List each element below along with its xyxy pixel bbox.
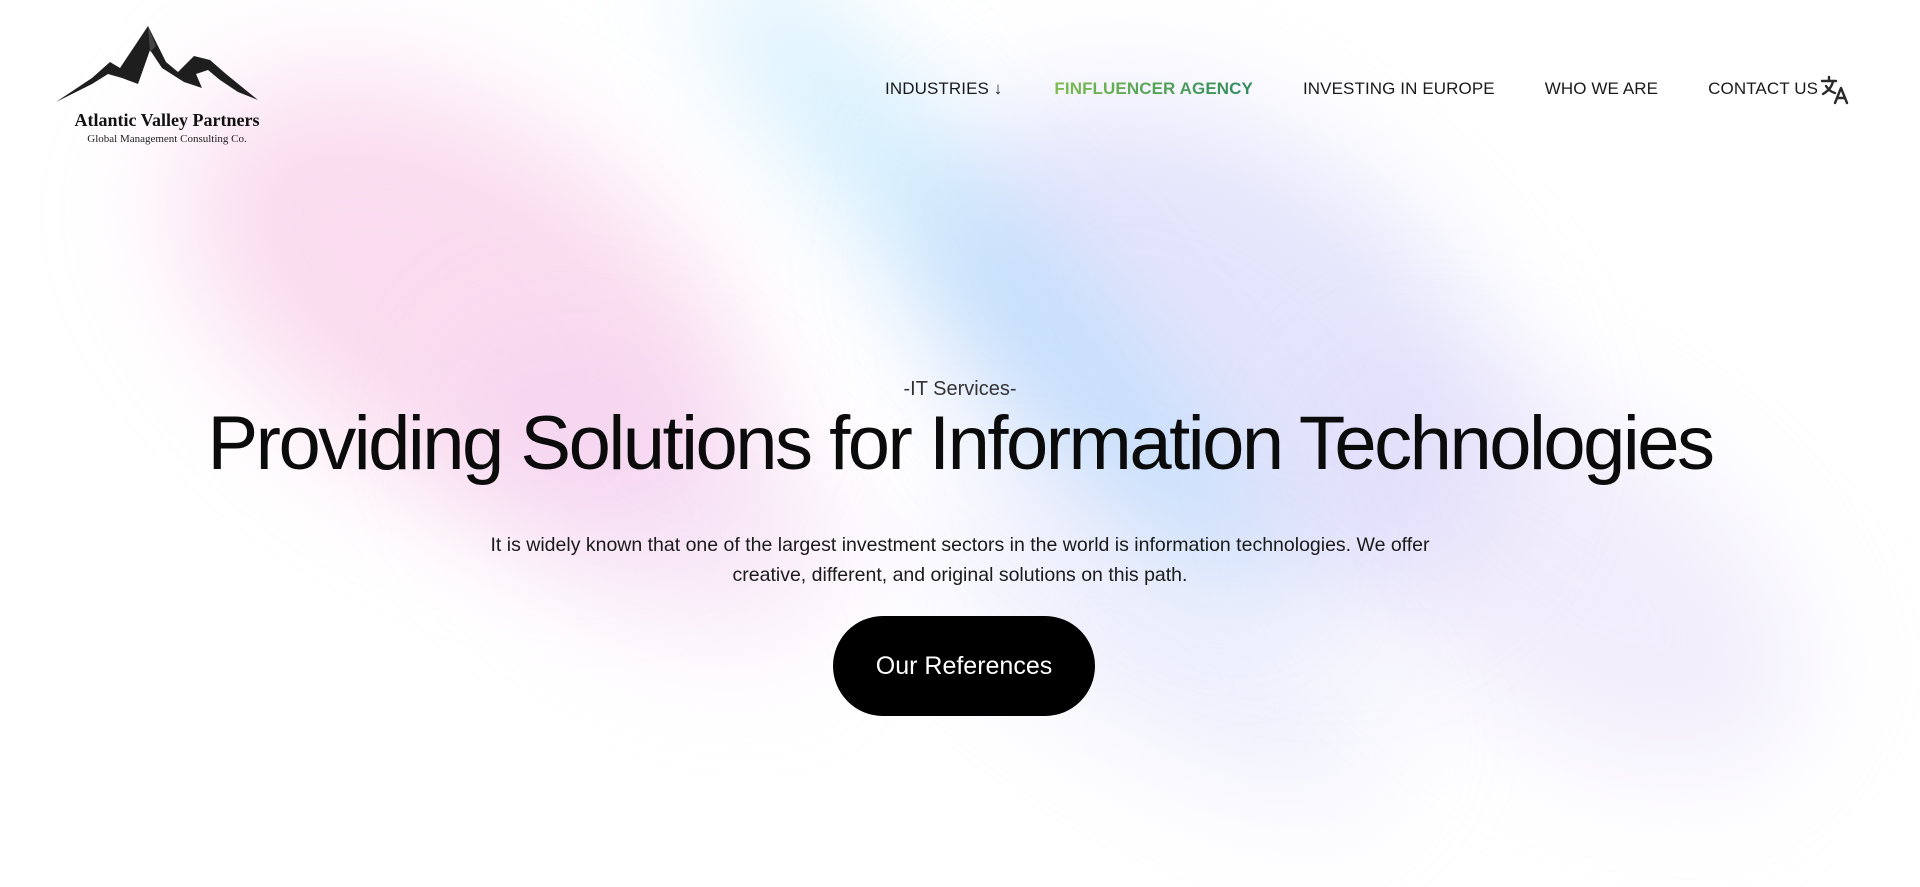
- brand-tagline: Global Management Consulting Co.: [87, 133, 247, 145]
- mountain-logo-icon: [56, 26, 258, 102]
- hero-eyebrow: -IT Services-: [903, 378, 1017, 400]
- page: Atlantic Valley Partners Global Manageme…: [0, 0, 1920, 887]
- our-references-button[interactable]: Our References: [833, 616, 1095, 716]
- main-nav: INDUSTRIES ↓ FINFLUENCER AGENCY INVESTIN…: [885, 76, 1818, 102]
- hero-title: Providing Solutions for Information Tech…: [207, 401, 1715, 486]
- hero-description: It is widely known that one of the large…: [490, 534, 1430, 586]
- nav-item-contact-us[interactable]: CONTACT US: [1708, 79, 1818, 99]
- nav-item-industries[interactable]: INDUSTRIES ↓: [885, 79, 1002, 99]
- nav-item-finfluencer-agency[interactable]: FINFLUENCER AGENCY: [1054, 79, 1253, 99]
- brand-name: Atlantic Valley Partners: [74, 110, 260, 130]
- background-gradient-pink-lower: [410, 290, 890, 700]
- brand-logo[interactable]: Atlantic Valley Partners Global Manageme…: [52, 22, 282, 150]
- translate-icon[interactable]: [1820, 75, 1850, 105]
- nav-item-who-we-are[interactable]: WHO WE ARE: [1545, 79, 1658, 99]
- nav-item-investing-in-europe[interactable]: INVESTING IN EUROPE: [1303, 79, 1495, 99]
- background-gradient-violet: [837, 0, 1603, 706]
